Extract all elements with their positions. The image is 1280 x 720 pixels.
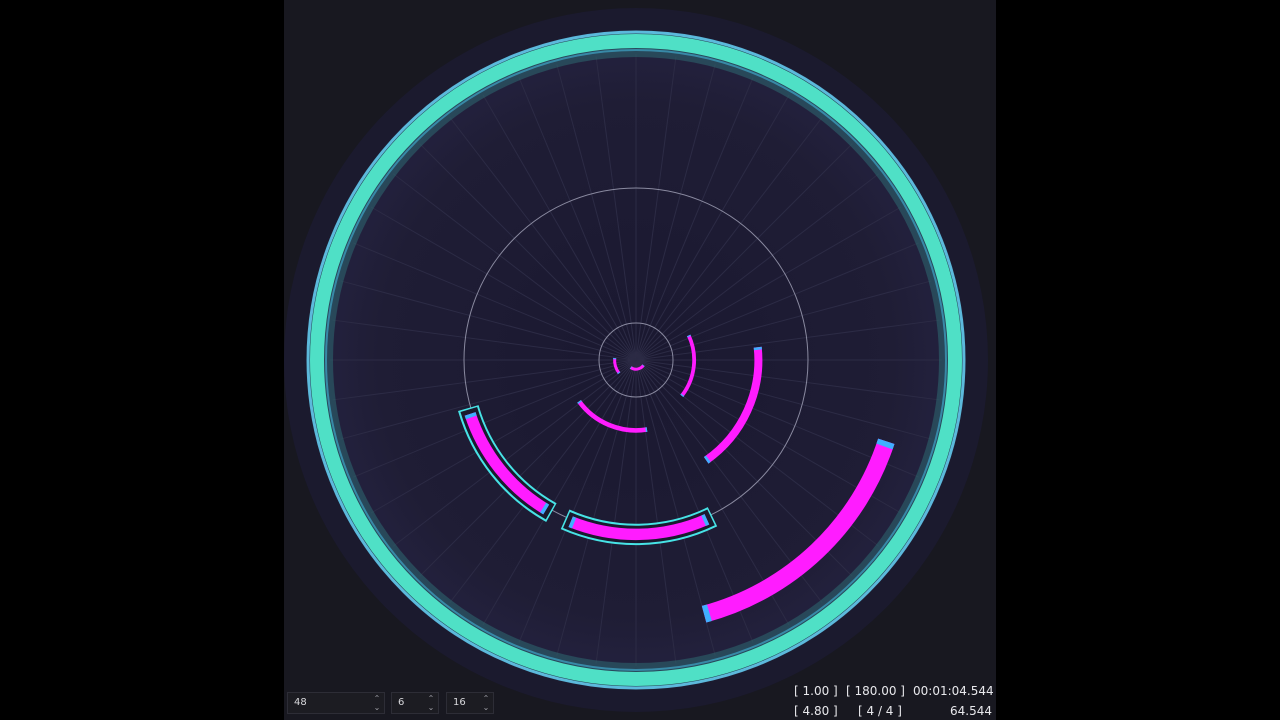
- game-canvas[interactable]: [284, 0, 996, 720]
- spinbox-1-down-icon[interactable]: ⌄: [372, 703, 382, 712]
- spinbox-2-value[interactable]: 6: [398, 697, 404, 708]
- spinbox-3-up-icon[interactable]: ⌃: [481, 694, 491, 703]
- note-cap-end: [680, 393, 685, 398]
- spinbox-3-down-icon[interactable]: ⌄: [481, 703, 491, 712]
- note-cap-end: [701, 604, 712, 623]
- spinbox-2-up-icon[interactable]: ⌃: [426, 694, 436, 703]
- note-cap-end: [703, 455, 711, 464]
- note-cap-start: [686, 334, 691, 338]
- seconds-readout: 64.544: [950, 704, 992, 718]
- spinbox-2-down-icon[interactable]: ⌄: [426, 703, 436, 712]
- speed-readout: [ 1.00 ]: [794, 684, 838, 698]
- note-cap-start: [617, 371, 621, 375]
- note-cap-end: [464, 412, 477, 420]
- spinbox-1-value[interactable]: 48: [294, 697, 307, 708]
- spinbox-3-value[interactable]: 16: [453, 697, 466, 708]
- note-cap-end: [568, 516, 577, 529]
- spinbox-3[interactable]: 16 ⌃ ⌄: [446, 692, 494, 714]
- zoom-readout: [ 4.80 ]: [794, 704, 838, 718]
- note-cap-start: [876, 438, 895, 450]
- note-cap-start: [540, 502, 550, 515]
- beat-division-readout: [ 4 / 4 ]: [858, 704, 902, 718]
- radial-grid: [330, 54, 942, 666]
- note-cap-start: [701, 514, 710, 527]
- note-cap-end: [577, 400, 582, 404]
- time-readout: 00:01:04.544: [913, 684, 994, 698]
- spinbox-2[interactable]: 6 ⌃ ⌄: [391, 692, 439, 714]
- spinbox-1-up-icon[interactable]: ⌃: [372, 694, 382, 703]
- bpm-readout: [ 180.00 ]: [846, 684, 905, 698]
- arena-board[interactable]: [284, 0, 996, 720]
- spinbox-1[interactable]: 48 ⌃ ⌄: [287, 692, 385, 714]
